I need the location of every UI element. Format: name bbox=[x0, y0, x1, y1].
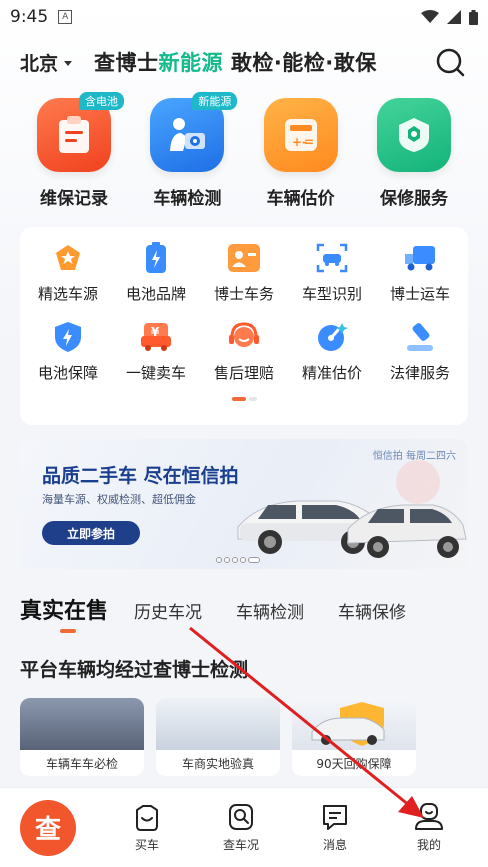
nav-messages[interactable]: 消息 bbox=[288, 802, 382, 853]
shield-bolt-icon bbox=[51, 320, 85, 354]
service-valuation[interactable]: +- = 车辆估价 bbox=[249, 98, 353, 209]
user-icon bbox=[415, 803, 443, 830]
truck-icon bbox=[403, 241, 437, 275]
nav-home-button[interactable]: 查 bbox=[20, 799, 76, 856]
promo-banner[interactable]: 恒信拍 每周二四六 品质二手车 尽在恒信拍 海量车源、权威检测、超低佣金 立即参… bbox=[20, 439, 468, 569]
wifi-icon bbox=[421, 10, 439, 23]
grid-item-battery-brand[interactable]: 电池品牌 bbox=[113, 241, 199, 304]
status-bar: 9:45 A bbox=[0, 0, 488, 34]
service-vehicle-inspection[interactable]: 新能源 车辆检测 bbox=[135, 92, 239, 209]
dealership-image bbox=[156, 698, 280, 750]
brand-slogan: 查博士新能源 敢检·能检·敢保 bbox=[94, 51, 377, 75]
svg-text:=: = bbox=[304, 135, 314, 149]
banner-subtitle: 海量车源、权威检测、超低佣金 bbox=[42, 493, 196, 506]
headset-icon bbox=[227, 320, 261, 354]
service-warranty[interactable]: 保修服务 bbox=[362, 98, 466, 209]
signal-icon bbox=[447, 10, 461, 24]
feature-grid-row-1: 精选车源 电池品牌 博士车务 车型识别 博士运车 bbox=[20, 241, 468, 304]
promo-card-inspection[interactable]: 车辆车车必检 bbox=[20, 698, 144, 776]
promo-card-onsite-verify[interactable]: 车商实地验真 bbox=[156, 698, 280, 776]
status-time: 9:45 bbox=[10, 7, 49, 27]
tab-warranty[interactable]: 车辆保修 bbox=[338, 598, 406, 635]
badge-battery: 含电池 bbox=[79, 92, 124, 110]
scan-car-icon bbox=[315, 241, 349, 275]
banner-title: 品质二手车 尽在恒信拍 bbox=[42, 465, 239, 487]
id-card-icon bbox=[227, 241, 261, 275]
notification-icon: A bbox=[58, 10, 73, 24]
search-icon bbox=[436, 48, 465, 77]
listing-tabs: 真实在售 历史车况 车辆检测 车辆保修 bbox=[0, 587, 488, 635]
nav-check-history[interactable]: 查车况 bbox=[194, 802, 288, 853]
search-button[interactable] bbox=[432, 44, 468, 80]
smile-face-icon bbox=[136, 805, 158, 831]
shield-car-image bbox=[292, 698, 416, 750]
top-header: 北京 查博士新能源 敢检·能检·敢保 bbox=[0, 34, 488, 90]
grid-item-accurate-valuation[interactable]: 精准估价 bbox=[289, 320, 375, 383]
banner-pager bbox=[216, 557, 260, 563]
tab-inspection[interactable]: 车辆检测 bbox=[236, 598, 304, 635]
garage-image bbox=[20, 698, 144, 750]
grid-item-car-transport[interactable]: 博士运车 bbox=[377, 241, 463, 304]
city-label: 北京 bbox=[20, 52, 59, 75]
grid-item-after-sales-claims[interactable]: 售后理赔 bbox=[201, 320, 287, 383]
message-icon bbox=[323, 805, 347, 830]
promo-card-buyback[interactable]: 90天回购保障 bbox=[292, 698, 416, 776]
grid-item-sell-car[interactable]: ¥ 一键卖车 bbox=[113, 320, 199, 383]
calculator-icon: +- = bbox=[263, 98, 338, 172]
banner-cars-image bbox=[237, 460, 467, 558]
bottom-nav: 查 买车 查车况 消息 我的 bbox=[0, 787, 488, 867]
star-badge-icon bbox=[51, 241, 85, 275]
service-maintenance-records[interactable]: 含电池 维保记录 bbox=[22, 92, 126, 209]
grid-pager bbox=[20, 397, 468, 401]
gauge-icon bbox=[315, 320, 349, 354]
wrench-shield-icon bbox=[376, 98, 451, 172]
promo-cards: 车辆车车必检 车商实地验真 90天回购保障 bbox=[0, 698, 488, 776]
feature-grid-row-2: 电池保障 ¥ 一键卖车 售后理赔 精准估价 法律服务 bbox=[20, 320, 468, 383]
grid-item-selected-cars[interactable]: 精选车源 bbox=[25, 241, 111, 304]
battery-icon bbox=[469, 9, 478, 25]
caret-down-icon bbox=[64, 60, 73, 66]
tab-on-sale[interactable]: 真实在售 bbox=[20, 593, 108, 635]
nav-profile[interactable]: 我的 bbox=[382, 802, 476, 853]
badge-new-energy: 新能源 bbox=[192, 92, 238, 110]
search-doc-icon bbox=[229, 804, 253, 830]
tab-history[interactable]: 历史车况 bbox=[134, 598, 202, 635]
city-selector[interactable]: 北京 bbox=[20, 49, 73, 76]
main-services: 含电池 维保记录 新能源 车辆检测 +- = 车辆估价 保修服务 bbox=[0, 92, 488, 209]
grid-item-legal-services[interactable]: 法律服务 bbox=[377, 320, 463, 383]
feature-grid: 精选车源 电池品牌 博士车务 车型识别 博士运车 电池保障 ¥ 一键卖车 售后理… bbox=[20, 227, 468, 425]
gavel-icon bbox=[403, 320, 437, 354]
nav-buy-car[interactable]: 买车 bbox=[100, 802, 194, 853]
grid-item-model-recognition[interactable]: 车型识别 bbox=[289, 241, 375, 304]
battery-bolt-icon bbox=[139, 241, 173, 275]
yuan-car-icon: ¥ bbox=[139, 320, 173, 354]
section-title: 平台车辆均经过查博士检测 bbox=[20, 659, 249, 681]
grid-item-car-services[interactable]: 博士车务 bbox=[201, 241, 287, 304]
grid-item-battery-protection[interactable]: 电池保障 bbox=[25, 320, 111, 383]
banner-cta-button[interactable]: 立即参拍 bbox=[42, 521, 140, 545]
